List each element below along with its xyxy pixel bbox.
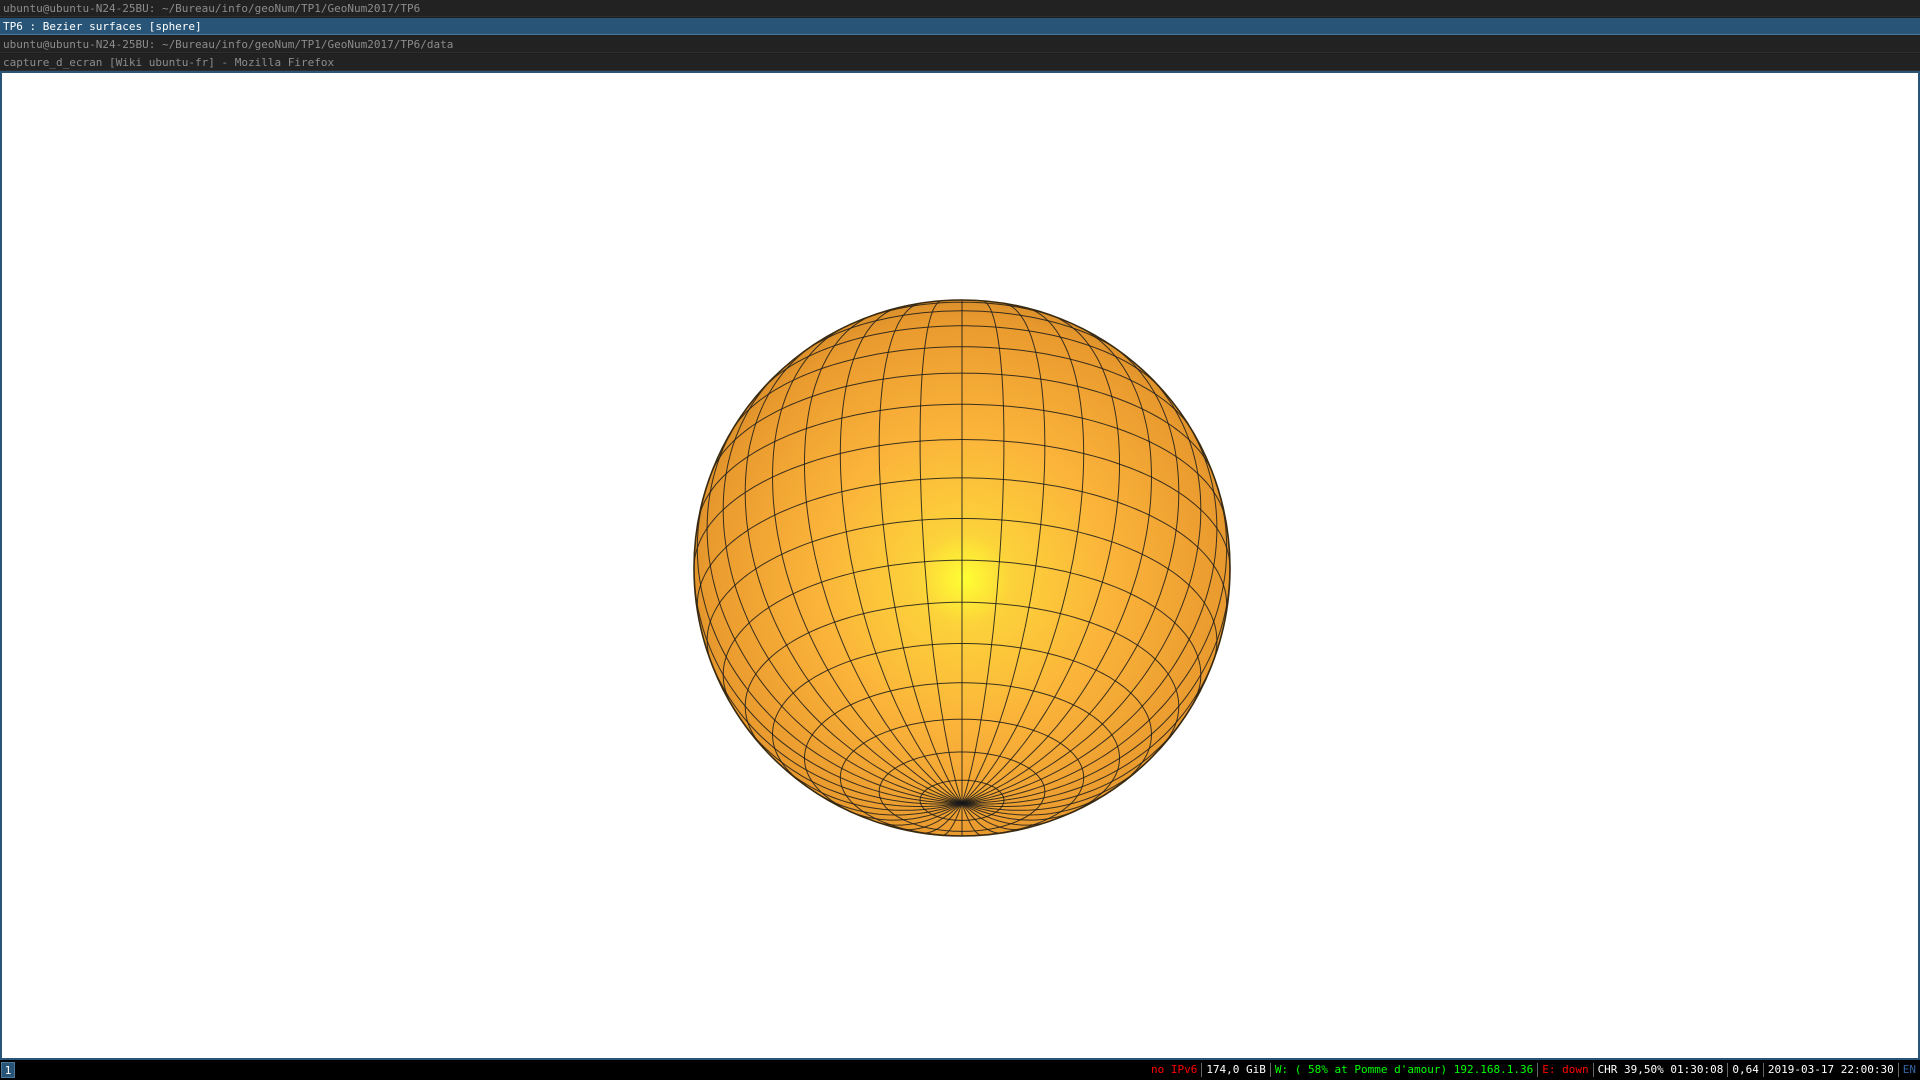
desktop-screen: ubuntu@ubuntu-N24-25BU: ~/Bureau/info/ge… — [0, 0, 1920, 1080]
status-blocks: no IPv6 174,0 GiB W: ( 58% at Pomme d'am… — [1147, 1060, 1916, 1080]
battery-status: CHR 39,50% 01:30:08 — [1594, 1063, 1729, 1077]
ipv6-status: no IPv6 — [1147, 1063, 1203, 1077]
i3-status-bar: 1 no IPv6 174,0 GiB W: ( 58% at Pomme d'… — [0, 1060, 1920, 1080]
datetime-status: 2019-03-17 22:00:30 — [1764, 1063, 1899, 1077]
keyboard-layout-indicator: EN — [1902, 1063, 1916, 1076]
window-title-text: ubuntu@ubuntu-N24-25BU: ~/Bureau/info/ge… — [3, 38, 454, 51]
workspace-button[interactable]: 1 — [1, 1062, 15, 1078]
disk-status: 174,0 GiB — [1202, 1063, 1271, 1077]
window-title-terminal-tp6[interactable]: ubuntu@ubuntu-N24-25BU: ~/Bureau/info/ge… — [0, 0, 1920, 17]
wifi-status: W: ( 58% at Pomme d'amour) 192.168.1.36 — [1271, 1063, 1539, 1077]
window-title-text: capture_d_ecran [Wiki ubuntu-fr] - Mozil… — [3, 56, 335, 69]
opengl-viewport[interactable] — [0, 71, 1920, 1060]
sphere-render — [693, 299, 1231, 837]
window-title-firefox[interactable]: capture_d_ecran [Wiki ubuntu-fr] - Mozil… — [0, 54, 1920, 71]
window-title-terminal-data[interactable]: ubuntu@ubuntu-N24-25BU: ~/Bureau/info/ge… — [0, 36, 1920, 53]
window-title-bezier-sphere[interactable]: TP6 : Bezier surfaces [sphere] — [0, 18, 1920, 35]
window-title-text: TP6 : Bezier surfaces [sphere] — [3, 20, 202, 33]
load-status: 0,64 — [1728, 1063, 1764, 1077]
ethernet-status: E: down — [1538, 1063, 1594, 1077]
window-title-text: ubuntu@ubuntu-N24-25BU: ~/Bureau/info/ge… — [3, 2, 421, 15]
